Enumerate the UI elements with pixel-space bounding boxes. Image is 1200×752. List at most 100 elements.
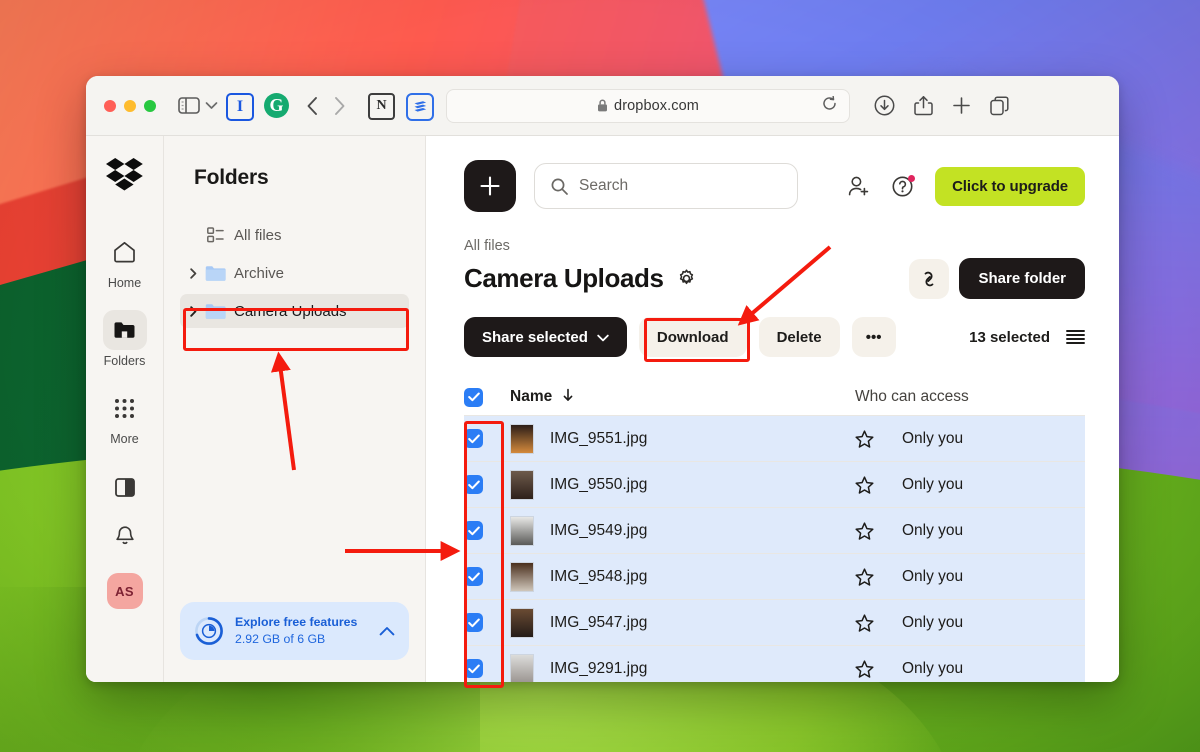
file-access: Only you xyxy=(902,475,964,493)
main-content: Search Click to upgrade All files Camera… xyxy=(426,136,1119,682)
share-icon[interactable] xyxy=(914,95,933,116)
window-controls[interactable] xyxy=(104,99,156,112)
maximize-window-button[interactable] xyxy=(144,99,156,112)
close-window-button[interactable] xyxy=(104,99,116,112)
column-header-who-can-access[interactable]: Who can access xyxy=(855,388,1085,406)
new-tab-icon[interactable] xyxy=(952,96,971,115)
table-row[interactable]: IMG_9548.jpg Only you xyxy=(464,554,1085,600)
nav-item-all-files-label: All files xyxy=(234,226,282,244)
chevron-up-icon[interactable] xyxy=(375,626,395,636)
grammarly-glyph: G xyxy=(269,95,284,115)
share-selected-button[interactable]: Share selected xyxy=(464,317,627,357)
back-button[interactable] xyxy=(306,96,319,116)
bell-icon[interactable] xyxy=(115,525,135,547)
avatar[interactable]: AS xyxy=(106,573,143,609)
forward-button[interactable] xyxy=(333,96,346,116)
sidebar-item-folders[interactable]: Folders xyxy=(102,310,147,368)
sidebar-toggle-icon[interactable] xyxy=(176,93,202,119)
more-actions-button[interactable]: ••• xyxy=(851,317,896,357)
link-icon[interactable] xyxy=(909,258,950,299)
address-bar[interactable]: dropbox.com xyxy=(446,88,850,123)
lock-icon xyxy=(597,99,608,112)
star-icon[interactable] xyxy=(855,429,874,448)
file-name[interactable]: IMG_9548.jpg xyxy=(550,568,855,586)
chevron-down-icon[interactable] xyxy=(202,93,220,119)
share-folder-button[interactable]: Share folder xyxy=(959,258,1085,299)
chevron-right-icon[interactable] xyxy=(184,267,202,279)
row-access-cell: Only you xyxy=(855,476,1085,494)
folder-icon xyxy=(202,303,228,320)
file-name[interactable]: IMG_9547.jpg xyxy=(550,614,855,632)
row-checkbox[interactable] xyxy=(464,659,510,678)
table-header: Name Who can access xyxy=(464,379,1085,416)
checkbox-checked xyxy=(464,659,483,678)
nav-item-all-files[interactable]: All files xyxy=(180,218,409,252)
minimize-window-button[interactable] xyxy=(124,99,136,112)
sidebar-item-folders-label: Folders xyxy=(103,354,146,368)
instapaper-glyph: I xyxy=(236,97,244,115)
add-person-icon[interactable] xyxy=(848,176,870,197)
star-icon[interactable] xyxy=(855,613,874,632)
star-icon[interactable] xyxy=(855,521,874,540)
row-checkbox[interactable] xyxy=(464,521,510,540)
file-name[interactable]: IMG_9291.jpg xyxy=(550,660,855,678)
search-input[interactable]: Search xyxy=(534,163,798,209)
row-checkbox[interactable] xyxy=(464,475,510,494)
nav-item-camera-uploads[interactable]: Camera Uploads xyxy=(180,294,409,328)
tab-overview-icon[interactable] xyxy=(990,95,1010,116)
list-view-icon[interactable] xyxy=(1066,329,1085,345)
select-all-checkbox[interactable] xyxy=(464,387,510,407)
row-name-cell: IMG_9549.jpg xyxy=(510,515,855,546)
file-thumbnail xyxy=(510,607,534,638)
table-row[interactable]: IMG_9551.jpg Only you xyxy=(464,416,1085,462)
file-name[interactable]: IMG_9550.jpg xyxy=(550,476,855,494)
create-new-button[interactable] xyxy=(464,160,516,212)
table-row[interactable]: IMG_9550.jpg Only you xyxy=(464,462,1085,508)
checkbox-checked xyxy=(464,387,483,407)
upgrade-button[interactable]: Click to upgrade xyxy=(935,166,1085,206)
storage-card[interactable]: Explore free features 2.92 GB of 6 GB xyxy=(180,602,409,660)
file-name[interactable]: IMG_9549.jpg xyxy=(550,522,855,540)
download-button[interactable]: Download xyxy=(638,317,747,357)
sidebar-item-home[interactable]: Home xyxy=(103,232,147,290)
todoist-extension-icon[interactable] xyxy=(406,92,434,121)
grammarly-extension-icon[interactable]: G xyxy=(264,92,290,119)
star-icon[interactable] xyxy=(855,475,874,494)
top-actions: Click to upgrade xyxy=(848,166,1085,206)
dropbox-app: Home Folders More AS Folders All files A… xyxy=(86,136,1119,682)
sidebar-item-more[interactable]: More xyxy=(103,388,147,446)
row-checkbox[interactable] xyxy=(464,567,510,586)
panel-split-icon[interactable] xyxy=(114,478,135,497)
star-icon[interactable] xyxy=(855,659,874,678)
nav-item-archive[interactable]: Archive xyxy=(180,256,409,290)
notion-glyph: N xyxy=(376,98,387,113)
row-name-cell: IMG_9291.jpg xyxy=(510,653,855,682)
downloads-icon[interactable] xyxy=(874,95,895,116)
reload-icon[interactable] xyxy=(822,95,837,116)
dropbox-logo[interactable] xyxy=(106,158,143,196)
selected-count: 13 selected xyxy=(969,328,1050,346)
checkbox-checked xyxy=(464,521,483,540)
row-checkbox[interactable] xyxy=(464,429,510,448)
help-circle-icon[interactable] xyxy=(892,174,916,197)
notion-extension-icon[interactable]: N xyxy=(368,92,395,120)
file-name[interactable]: IMG_9551.jpg xyxy=(550,430,855,448)
row-access-cell: Only you xyxy=(855,522,1085,540)
column-header-name[interactable]: Name xyxy=(510,388,855,407)
breadcrumb[interactable]: All files xyxy=(464,238,1119,254)
title-actions: Share folder xyxy=(909,258,1085,299)
gear-icon[interactable] xyxy=(677,269,696,288)
table-row[interactable]: IMG_9547.jpg Only you xyxy=(464,600,1085,646)
table-row[interactable]: IMG_9549.jpg Only you xyxy=(464,508,1085,554)
instapaper-extension-icon[interactable]: I xyxy=(226,92,254,121)
home-icon xyxy=(103,232,147,272)
chevron-right-icon[interactable] xyxy=(184,305,202,317)
table-row[interactable]: IMG_9291.jpg Only you xyxy=(464,646,1085,682)
help-notification-badge xyxy=(908,174,916,182)
row-checkbox[interactable] xyxy=(464,613,510,632)
star-icon[interactable] xyxy=(855,567,874,586)
storage-ring-icon xyxy=(194,616,224,646)
avatar-initials: AS xyxy=(115,583,134,599)
delete-button[interactable]: Delete xyxy=(758,317,840,357)
file-access: Only you xyxy=(902,567,964,585)
